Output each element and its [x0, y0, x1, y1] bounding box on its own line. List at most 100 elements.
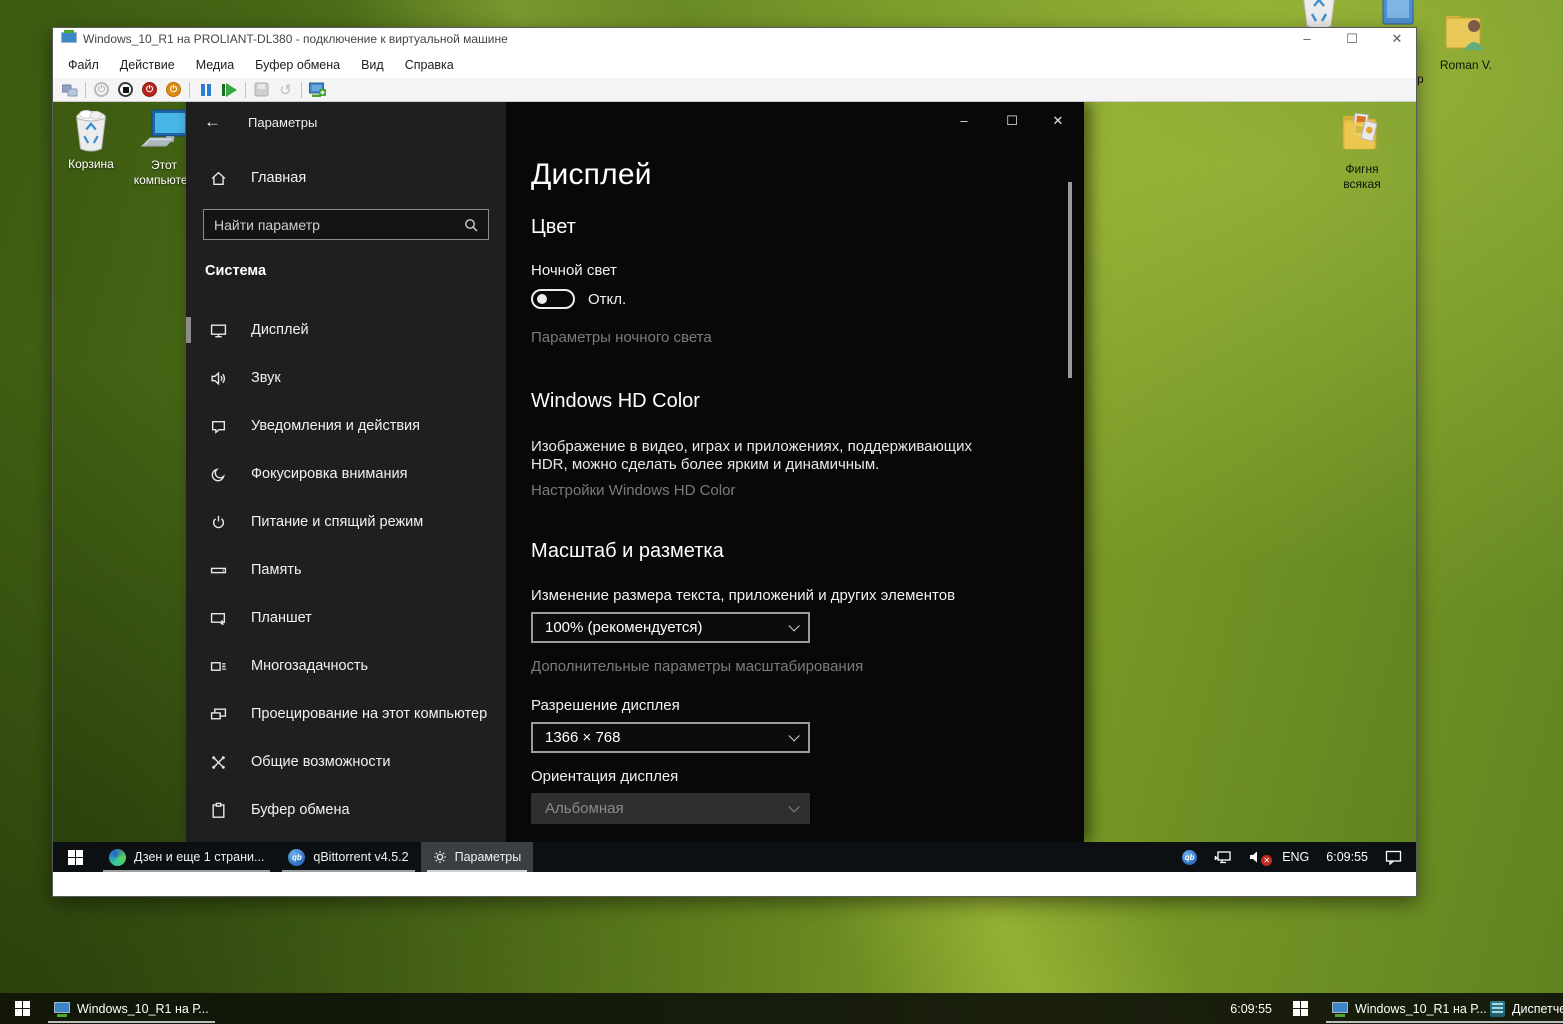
host-partial-icon[interactable] [1379, 0, 1417, 28]
hdr-heading: Windows HD Color [531, 390, 700, 413]
taskbar-item-settings[interactable]: Параметры [421, 842, 534, 872]
revert-icon: ↺ [277, 81, 294, 98]
notifications-icon [210, 418, 227, 435]
shut-down-vm-icon[interactable]: ⏻ [141, 81, 158, 98]
search-icon[interactable] [464, 218, 488, 232]
enhanced-session-icon[interactable] [309, 81, 326, 98]
recycle-bin-label: Корзина [55, 157, 127, 172]
menu-help[interactable]: Справка [405, 58, 454, 72]
host-recycle-bin-icon[interactable] [1297, 0, 1341, 30]
resolution-dropdown[interactable]: 1366 × 768 [531, 722, 810, 753]
vm-folder-label-line1: Фигня [1345, 162, 1378, 176]
host-start-button-2[interactable] [1280, 993, 1320, 1024]
vm-clock[interactable]: 6:09:55 [1326, 850, 1368, 864]
sidebar-item-focus[interactable]: Фокусировка внимания [186, 454, 506, 494]
host-taskbar-item-manager[interactable]: Диспетчер [1480, 993, 1563, 1024]
projecting-icon [210, 706, 227, 723]
sidebar-item-home[interactable]: Главная [186, 158, 506, 198]
tray-qbittorrent-icon[interactable]: qb [1182, 850, 1197, 865]
night-light-toggle[interactable] [531, 289, 575, 309]
taskbar-item-edge[interactable]: Дзен и еще 1 страни... [97, 842, 276, 872]
speaker-icon [210, 370, 227, 387]
hyperv-manager-icon [1490, 1001, 1505, 1017]
scrollbar-thumb[interactable] [1068, 182, 1072, 378]
network-icon[interactable] [1214, 850, 1232, 865]
ctrl-alt-del-icon[interactable] [61, 81, 78, 98]
sidebar-item-sound[interactable]: Звук [186, 358, 506, 398]
sidebar-item-power[interactable]: Питание и спящий режим [186, 502, 506, 542]
power-icon [210, 514, 227, 531]
volume-muted-icon[interactable]: ✕ [1249, 850, 1265, 864]
scale-dropdown[interactable]: 100% (рекомендуется) [531, 612, 810, 643]
menu-clipboard[interactable]: Буфер обмена [255, 58, 340, 72]
sidebar-item-storage[interactable]: Память [186, 550, 506, 590]
back-arrow-icon[interactable]: ← [204, 112, 221, 132]
sidebar-item-display[interactable]: Дисплей [186, 310, 506, 350]
host-clock[interactable]: 6:09:55 [1180, 993, 1272, 1024]
color-heading: Цвет [531, 216, 576, 239]
chevron-down-icon [788, 730, 799, 741]
vm-close-button[interactable]: ✕ [1380, 28, 1414, 50]
menu-media[interactable]: Медиа [196, 58, 234, 72]
menu-file[interactable]: Файл [68, 58, 99, 72]
save-state-vm-icon[interactable]: ⏻ [165, 81, 182, 98]
scale-label: Изменение размера текста, приложений и д… [531, 587, 955, 604]
settings-header: Параметры [248, 115, 317, 130]
resume-vm-icon[interactable] [221, 81, 238, 98]
menu-action[interactable]: Действие [120, 58, 175, 72]
host-taskbar-item-vm-2[interactable]: Windows_10_R1 на Р... [1322, 993, 1497, 1024]
language-indicator[interactable]: ENG [1282, 850, 1309, 864]
vm-system-tray: qb ✕ ENG 6:09:55 [1182, 842, 1416, 872]
taskbar-item-qbittorrent[interactable]: qb qBittorrent v4.5.2 [276, 842, 420, 872]
page-title: Дисплей [531, 158, 652, 192]
hyperv-connect-icon [1332, 1002, 1348, 1016]
search-input[interactable] [204, 217, 464, 233]
chevron-down-icon [788, 620, 799, 631]
night-light-settings-link: Параметры ночного света [531, 329, 712, 346]
night-light-label: Ночной свет [531, 262, 617, 279]
vm-taskbar: Дзен и еще 1 страни... qb qBittorrent v4… [53, 842, 1416, 872]
vm-window-title: Windows_10_R1 на PROLIANT-DL380 - подклю… [83, 32, 508, 46]
host-start-button[interactable] [0, 993, 44, 1024]
resolution-label: Разрешение дисплея [531, 697, 680, 714]
orientation-dropdown: Альбомная [531, 793, 810, 824]
settings-minimize-button[interactable]: – [944, 108, 984, 134]
host-user-folder-icon[interactable]: Roman V. [1430, 8, 1502, 73]
recycle-bin-icon[interactable]: Корзина [55, 108, 127, 172]
home-icon [210, 170, 227, 187]
pause-vm-icon[interactable] [197, 81, 214, 98]
windows-logo-icon [68, 850, 83, 865]
settings-search-box[interactable] [203, 209, 489, 240]
vm-connection-window: Windows_10_R1 на PROLIANT-DL380 - подклю… [52, 27, 1417, 897]
sidebar-item-multitasking[interactable]: Многозадачность [186, 646, 506, 686]
sidebar-item-tablet[interactable]: Планшет [186, 598, 506, 638]
vm-folder-label-line2: всякая [1343, 177, 1380, 191]
vm-window-titlebar[interactable]: Windows_10_R1 на PROLIANT-DL380 - подклю… [53, 28, 1416, 51]
settings-close-button[interactable]: ✕ [1038, 108, 1078, 134]
windows-logo-icon [1293, 1001, 1308, 1016]
settings-content: – ☐ ✕ Дисплей Цвет Ночной свет Откл. Пар… [506, 102, 1084, 842]
vm-screen: Корзина Этот компьютер [53, 102, 1416, 872]
vm-menubar: Файл Действие Медиа Буфер обмена Вид Спр… [53, 51, 1416, 78]
host-taskbar-item-vm[interactable]: Windows_10_R1 на Р... [44, 993, 219, 1024]
sidebar-section-label: Система [205, 263, 266, 279]
hidden-icon-label-fragment: р [1417, 72, 1424, 86]
sidebar-item-clipboard[interactable]: Буфер обмена [186, 790, 506, 830]
vm-start-button[interactable] [53, 842, 97, 872]
settings-maximize-button[interactable]: ☐ [992, 108, 1032, 134]
sidebar-item-notifications[interactable]: Уведомления и действия [186, 406, 506, 446]
turn-off-vm-icon[interactable] [117, 81, 134, 98]
sidebar-item-shared-experiences[interactable]: Общие возможности [186, 742, 506, 782]
advanced-scaling-link: Дополнительные параметры масштабирования [531, 658, 863, 675]
host-desktop: Roman V. р Windows_10_R1 на PROLIANT-DL3… [0, 0, 1563, 1024]
multitasking-icon [210, 658, 227, 675]
action-center-icon[interactable] [1385, 850, 1402, 865]
vm-folder-icon[interactable]: Фигня всякая [1326, 110, 1398, 192]
menu-view[interactable]: Вид [361, 58, 384, 72]
chevron-down-icon [788, 801, 799, 812]
windows-logo-icon [15, 1001, 30, 1016]
vm-maximize-button[interactable]: ☐ [1335, 28, 1369, 50]
vm-toolbar: ⏻ ⏻ ⏻ ↺ [53, 78, 1416, 102]
sidebar-item-projecting[interactable]: Проецирование на этот компьютер [186, 694, 506, 734]
vm-minimize-button[interactable]: – [1290, 28, 1324, 50]
